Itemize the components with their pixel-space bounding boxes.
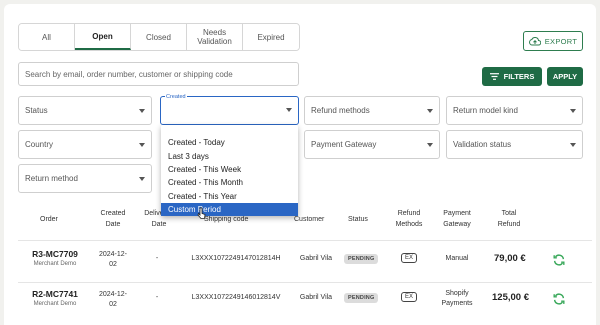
chevron-down-icon [139,109,145,113]
created-option-custom-period[interactable]: Custom Period [161,202,298,217]
customer-name: Gabril Vila [299,294,333,301]
tab-all[interactable]: All [19,24,75,50]
return-method-select[interactable]: Return method [18,164,152,193]
created-option-today[interactable]: Created - Today [161,136,298,149]
payment-gateway-select[interactable]: Payment Gateway [304,130,440,159]
validation-status-label: Validation status [453,140,512,149]
delivered-date: - [155,294,159,301]
table-row[interactable]: R2-MC7741 Merchant Demo 2024-12-02 - L3X… [18,282,592,323]
chevron-down-icon [427,109,433,113]
col-refund-methods: Refund Methods [395,210,423,228]
chevron-down-icon [139,177,145,181]
created-option-this-week[interactable]: Created - This Week [161,163,298,176]
table-row[interactable]: R3-MC7709 Merchant Demo 2024-12-02 - L3X… [18,240,592,281]
payment-gateway: Shopify Payments [441,290,473,307]
status-badge: PENDING [344,254,379,264]
country-select[interactable]: Country [18,130,152,159]
customer-name: Gabril Vila [299,255,333,262]
refund-method-badge: EX [401,253,418,263]
order-id[interactable]: R2-MC7741 [30,289,80,299]
chevron-down-icon [570,143,576,147]
validation-status-select[interactable]: Validation status [446,130,583,159]
tab-expired[interactable]: Expired [243,24,299,50]
search-input[interactable]: Search by email, order number, customer … [18,62,299,86]
status-select-label: Status [25,106,48,115]
cloud-upload-icon [528,36,541,45]
status-tabs: All Open Closed Needs Validation Expired [18,23,300,51]
country-label: Country [25,140,54,149]
export-label: EXPORT [544,36,578,46]
order-id[interactable]: R3-MC7709 [30,249,80,259]
refund-methods-label: Refund methods [311,106,370,115]
created-select[interactable] [160,96,299,125]
chevron-down-icon [139,143,145,147]
total-refund: 125,00 € [492,292,529,303]
tab-needs-validation[interactable]: Needs Validation [187,24,243,50]
payment-gateway: Manual [445,255,469,262]
col-status: Status [348,216,368,223]
return-model-kind-select[interactable]: Return model kind [446,96,583,125]
created-dropdown-menu: Created - Today Last 3 days Created - Th… [161,125,298,217]
col-total-refund: Total Refund [497,210,521,228]
shipping-code: L3XXX1072249146012814V [191,294,281,301]
return-method-label: Return method [25,174,78,183]
merchant-name: Merchant Demo [33,261,77,267]
tab-closed[interactable]: Closed [131,24,187,50]
chevron-down-icon [286,108,292,112]
shipping-code: L3XXX1072249147012814H [191,255,281,262]
refresh-icon[interactable] [552,253,566,267]
created-date: 2024-12-02 [98,291,128,308]
chevron-down-icon [427,143,433,147]
created-date: 2024-12-02 [98,251,128,268]
col-order: Order [40,216,58,223]
col-payment-gateway: Payment Gateway [443,210,471,228]
tab-open[interactable]: Open [75,24,131,50]
filters-label: FILTERS [503,72,535,81]
created-floating-label: Created [165,94,187,100]
merchant-name: Merchant Demo [33,301,77,307]
filters-button[interactable]: FILTERS [482,67,542,86]
table-header: Order Created Date Delivered Date Shippi… [18,208,592,232]
col-created: Created Date [100,210,126,228]
status-badge: PENDING [344,293,379,303]
export-button[interactable]: EXPORT [523,31,583,51]
refresh-icon[interactable] [552,292,566,306]
delivered-date: - [155,255,159,262]
created-option-this-year[interactable]: Created - This Year [161,190,298,203]
refund-method-badge: EX [401,292,418,302]
apply-button[interactable]: APPLY [547,67,583,86]
col-customer: Customer [294,216,325,223]
mouse-cursor-icon [197,207,206,219]
total-refund: 79,00 € [494,253,526,264]
created-option-this-month[interactable]: Created - This Month [161,176,298,189]
return-model-kind-label: Return model kind [453,106,518,115]
payment-gateway-label: Payment Gateway [311,140,377,149]
status-select[interactable]: Status [18,96,152,125]
filter-lines-icon [489,73,499,80]
chevron-down-icon [570,109,576,113]
search-placeholder: Search by email, order number, customer … [25,69,233,79]
created-option-last-3-days[interactable]: Last 3 days [161,149,298,162]
refund-methods-select[interactable]: Refund methods [304,96,440,125]
